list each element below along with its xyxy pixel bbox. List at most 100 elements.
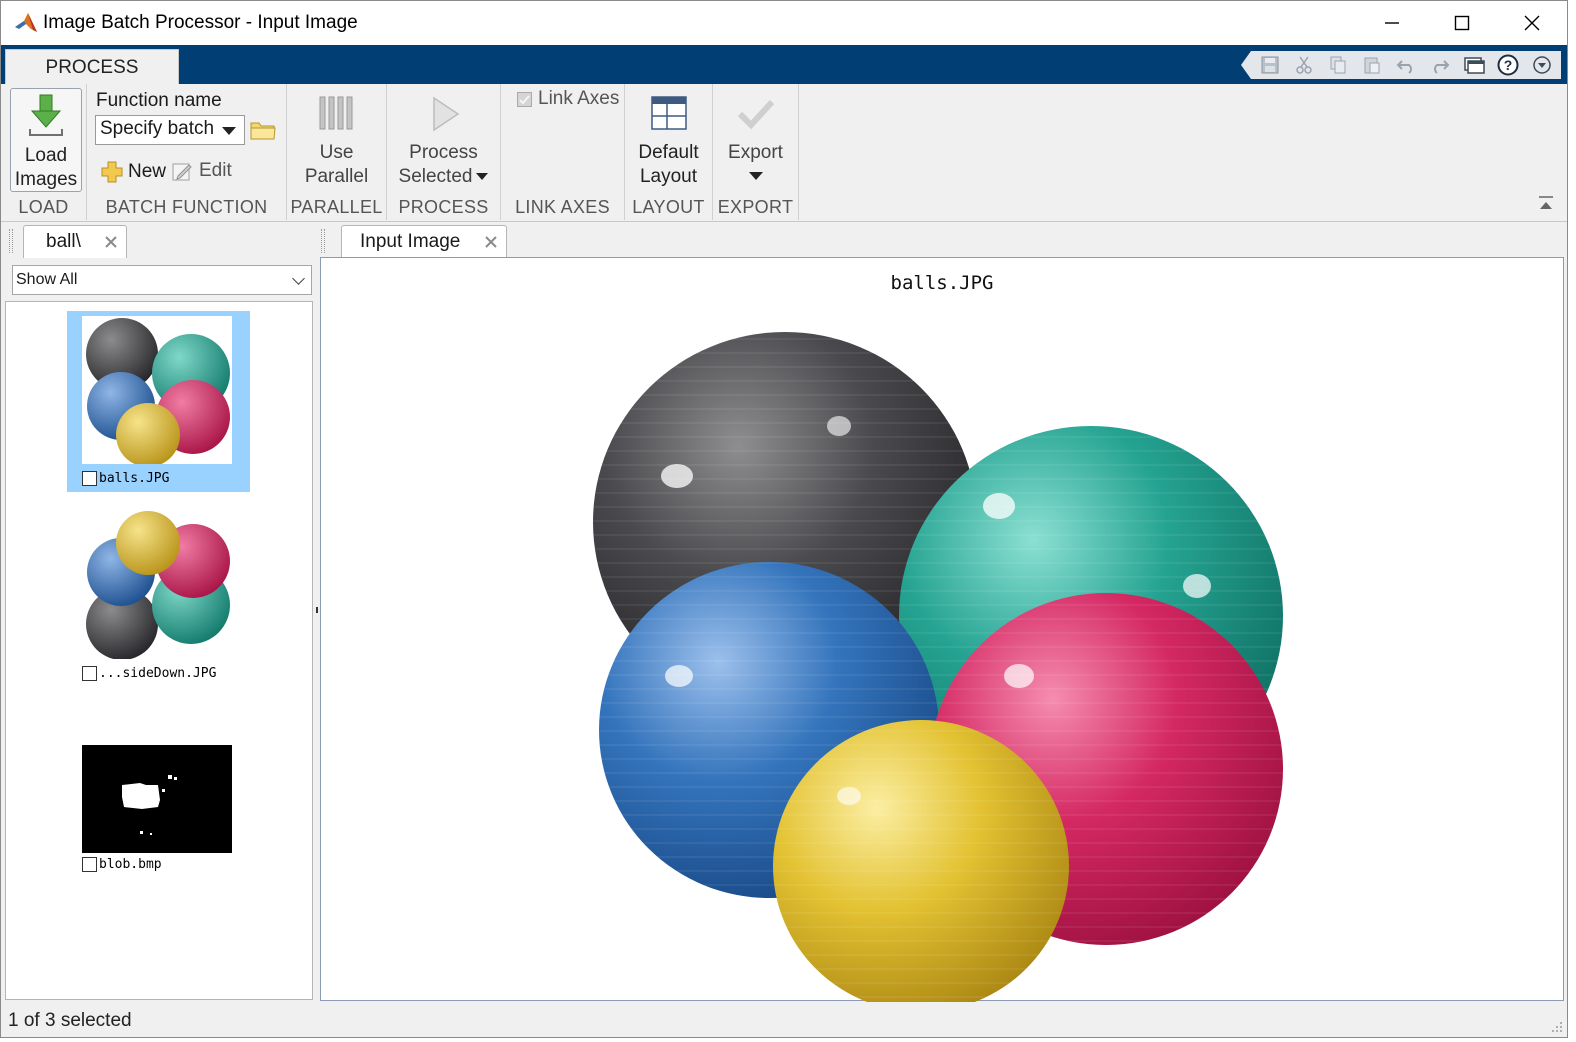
chevron-down-icon (292, 272, 305, 285)
process-label-1: Process (409, 142, 478, 163)
function-name-value: Specify batch (100, 118, 215, 139)
maximize-icon (1454, 15, 1470, 31)
ribbon-tab-strip: PROCESS ? (1, 45, 1567, 85)
selection-status: 1 of 3 selected (8, 1010, 132, 1031)
undo-button[interactable] (1391, 51, 1421, 79)
edit-pencil-icon (172, 163, 192, 181)
parallel-label-2: Parallel (304, 166, 369, 187)
group-load: Load Images LOAD (1, 84, 87, 220)
new-label: New (128, 161, 167, 182)
group-label-parallel: PARALLEL (290, 197, 383, 217)
group-label-batch-function: BATCH FUNCTION (105, 197, 268, 217)
svg-text:?: ? (1504, 57, 1513, 73)
edit-function-button[interactable]: Edit (171, 160, 232, 182)
edit-label: Edit (199, 160, 232, 181)
browse-folder-button[interactable] (250, 119, 276, 141)
drag-grip-icon[interactable] (321, 229, 325, 253)
help-button[interactable]: ? (1493, 51, 1523, 79)
ribbon-toolstrip: Load Images LOAD BATCH FUNCTION Function… (1, 84, 1567, 222)
maximize-button[interactable] (1427, 1, 1497, 45)
title-bar: Image Batch Processor - Input Image (1, 1, 1567, 45)
close-icon (1524, 15, 1540, 31)
filter-dropdown[interactable]: Show All (12, 265, 312, 295)
chevron-down-icon (222, 127, 236, 135)
process-label-2: Selected (387, 165, 500, 189)
paste-icon (1364, 57, 1380, 74)
save-icon (1261, 56, 1279, 74)
collapse-ribbon-icon[interactable] (1537, 194, 1555, 212)
resize-grip-icon[interactable] (1549, 1019, 1563, 1033)
group-label-process: PROCESS (398, 197, 489, 217)
window-title: Image Batch Processor - Input Image (43, 12, 358, 33)
group-label-load: LOAD (18, 197, 69, 217)
thumbnail-filename: blob.bmp (99, 857, 162, 872)
thumbnail-checkbox[interactable] (82, 857, 97, 872)
thumbnail-checkbox[interactable] (82, 471, 97, 486)
image-browser-panel: ball\ Show All balls.JPG ...sideDown.JPG… (5, 223, 315, 1002)
checkmark-icon (737, 99, 774, 130)
image-display-axes[interactable]: balls.JPG (320, 257, 1564, 1002)
folder-tab-label: ball\ (46, 231, 81, 252)
thumbnail-filename: ...sideDown.JPG (99, 666, 217, 681)
input-image-panel: Input Image balls.JPG (319, 223, 1565, 1002)
load-label-2: Images (14, 169, 78, 190)
layout-grid-icon (650, 96, 687, 130)
matlab-logo-icon (15, 13, 37, 32)
thumbnail-image-upsidedown (82, 511, 232, 659)
group-label-export: EXPORT (717, 197, 794, 217)
new-function-button[interactable]: New (100, 160, 166, 184)
redo-button[interactable] (1425, 51, 1455, 79)
function-name-dropdown[interactable]: Specify batch (95, 115, 245, 145)
layout-label-1: Default (638, 142, 699, 163)
link-axes-checkbox[interactable]: Link Axes (517, 88, 619, 110)
tab-folder[interactable]: ball\ (23, 225, 127, 258)
close-icon[interactable] (104, 235, 118, 249)
cut-button[interactable] (1289, 51, 1319, 79)
load-arrow-icon (29, 94, 63, 136)
thumbnail-item[interactable]: balls.JPG (67, 311, 250, 492)
qat-options-button[interactable] (1527, 51, 1557, 79)
tab-process[interactable]: PROCESS (5, 49, 179, 85)
process-label-2-text: Selected (398, 166, 473, 187)
export-button[interactable]: Export (713, 94, 798, 189)
chevron-down-icon (748, 172, 763, 180)
window-switch-button[interactable] (1459, 51, 1489, 79)
save-button[interactable] (1255, 51, 1285, 79)
copy-button[interactable] (1323, 51, 1353, 79)
minimize-button[interactable] (1357, 1, 1427, 45)
load-images-button[interactable]: Load Images (10, 88, 82, 192)
filter-value: Show All (16, 271, 78, 288)
tab-input-image[interactable]: Input Image (341, 225, 507, 258)
input-image-tab-label: Input Image (360, 231, 461, 252)
layout-label-2: Layout (639, 166, 698, 187)
link-axes-label: Link Axes (538, 88, 620, 109)
close-icon[interactable] (484, 235, 498, 249)
default-layout-button[interactable]: Default Layout (625, 94, 712, 189)
splitter-handle[interactable] (316, 607, 318, 613)
redo-icon (1434, 60, 1450, 74)
thumbnail-image-balls (82, 316, 232, 464)
quick-access-toolbar: ? (1241, 51, 1561, 79)
status-bar: 1 of 3 selected (1, 1005, 1567, 1037)
folder-icon (250, 122, 276, 140)
parallel-bars-icon (319, 96, 352, 130)
use-parallel-button[interactable]: Use Parallel (287, 94, 386, 189)
paste-button[interactable] (1357, 51, 1387, 79)
thumbnail-image-blob (82, 745, 232, 853)
thumbnail-list: balls.JPG ...sideDown.JPG blob.bmp (5, 301, 313, 1000)
thumbnail-item[interactable]: ...sideDown.JPG (67, 506, 250, 687)
group-parallel: Use Parallel PARALLEL (287, 84, 387, 220)
plus-icon (101, 161, 123, 183)
group-process: Process Selected PROCESS (387, 84, 501, 220)
function-name-label: Function name (96, 90, 222, 111)
drag-grip-icon[interactable] (9, 229, 13, 253)
play-icon (432, 96, 459, 132)
thumbnail-checkbox[interactable] (82, 666, 97, 681)
process-selected-button[interactable]: Process Selected (387, 94, 500, 189)
close-window-button[interactable] (1497, 1, 1567, 45)
thumbnail-item[interactable]: blob.bmp (67, 701, 250, 882)
app-window: Image Batch Processor - Input Image PROC… (0, 0, 1568, 1038)
dropdown-arrow-icon (1533, 56, 1551, 74)
thumbnail-caption: balls.JPG (82, 471, 169, 486)
figure-title: balls.JPG (890, 272, 994, 294)
